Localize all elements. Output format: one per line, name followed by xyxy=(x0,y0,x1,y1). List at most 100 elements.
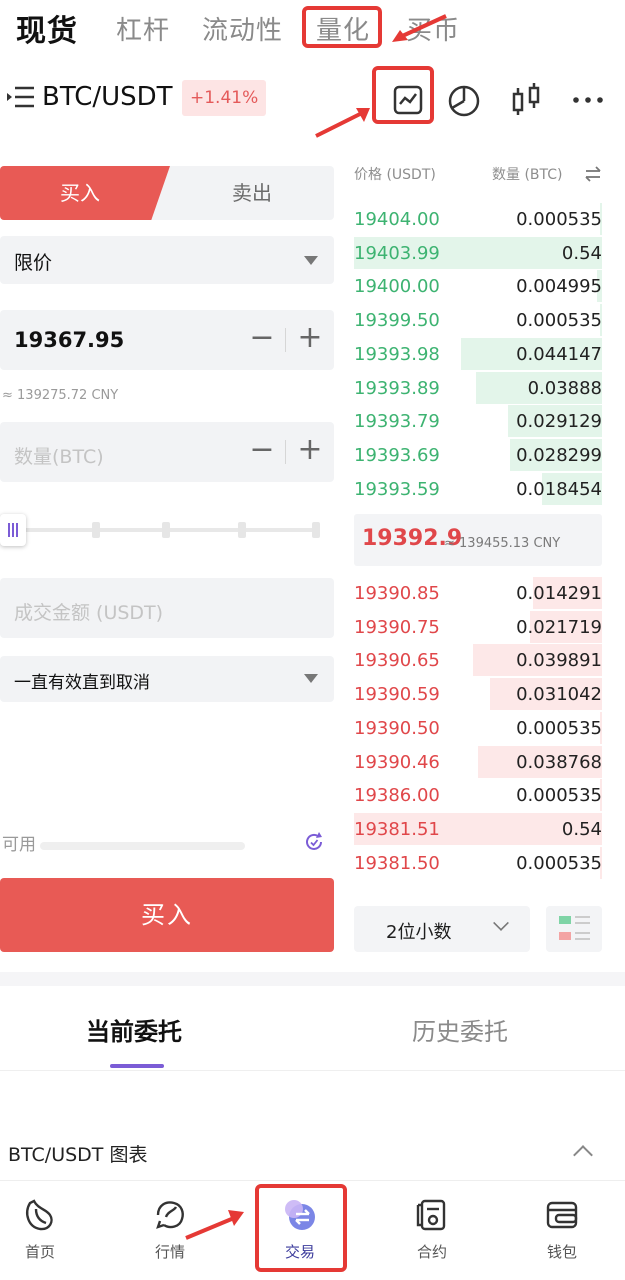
slider-stop-75[interactable] xyxy=(238,522,246,538)
decimals-select[interactable]: 2位小数 xyxy=(354,906,530,952)
change-badge: +1.41% xyxy=(182,80,267,116)
orderbook-qty: 0.54 xyxy=(561,818,602,840)
swap-icon[interactable] xyxy=(584,166,602,182)
orderbook-layout-icon[interactable] xyxy=(546,906,602,952)
ask-row[interactable]: 19400.00 0.004995 xyxy=(354,270,602,303)
orderbook-price: 19403.99 xyxy=(354,242,440,264)
ask-row[interactable]: 19404.00 0.000535 xyxy=(354,203,602,235)
amount-field[interactable]: 数量(BTC) − + xyxy=(0,422,334,482)
sell-tab[interactable]: 卖出 xyxy=(170,166,334,220)
slider-handle[interactable] xyxy=(0,514,26,546)
orderbook-price: 19381.50 xyxy=(354,852,440,874)
time-in-force-select[interactable]: 一直有效直到取消 xyxy=(0,656,334,702)
home-icon xyxy=(26,1199,53,1231)
stepper-divider xyxy=(285,328,286,352)
nav-label: 合约 xyxy=(416,1243,447,1261)
orderbook-qty: 0.044147 xyxy=(516,343,602,365)
slider-stop-50[interactable] xyxy=(162,522,170,538)
chart-bar-label: BTC/USDT 图表 xyxy=(8,1144,148,1166)
price-stepper: − + xyxy=(239,310,334,370)
order-type-select[interactable]: 限价 xyxy=(0,236,334,284)
plus-icon[interactable]: + xyxy=(287,320,333,355)
amount-placeholder: 数量(BTC) xyxy=(14,446,104,468)
orderbook-qty: 0.000535 xyxy=(516,310,602,332)
tab-margin[interactable]: 杠杆 xyxy=(116,10,170,47)
nav-contract[interactable]: 合约 xyxy=(392,1181,472,1280)
divider xyxy=(0,1070,625,1071)
chart-collapse-bar[interactable]: BTC/USDT 图表 xyxy=(0,1128,625,1178)
bid-row[interactable]: 19381.50 0.000535 xyxy=(354,846,602,879)
contract-icon xyxy=(416,1199,446,1231)
orderbook-qty: 0.004995 xyxy=(516,276,602,298)
order-type-value: 限价 xyxy=(14,252,53,274)
orderbook-price: 19393.79 xyxy=(354,411,440,433)
orderbook-qty: 0.031042 xyxy=(516,684,602,706)
decimals-value: 2位小数 xyxy=(386,922,452,943)
total-placeholder: 成交金额 (USDT) xyxy=(14,602,164,624)
orderbook-price-header: 价格 (USDT) xyxy=(354,167,436,183)
mid-price-box[interactable]: 19392.9 ≈ 139455.13 CNY xyxy=(354,514,602,566)
bid-row[interactable]: 19390.75 0.021719 xyxy=(354,610,602,643)
orderbook-price: 19390.59 xyxy=(354,684,440,706)
amount-stepper: − + xyxy=(239,422,334,482)
bid-row[interactable]: 19390.46 0.038768 xyxy=(354,745,602,778)
amount-slider[interactable] xyxy=(0,512,334,548)
time-in-force-value: 一直有效直到取消 xyxy=(14,673,150,693)
orderbook-qty: 0.021719 xyxy=(516,616,602,638)
nav-wallet[interactable]: 钱包 xyxy=(522,1181,602,1280)
plus-icon[interactable]: + xyxy=(287,432,333,467)
ask-row[interactable]: 19399.50 0.000535 xyxy=(354,304,602,337)
chevron-up-icon[interactable] xyxy=(573,1145,593,1165)
slider-stop-100[interactable] xyxy=(312,522,320,538)
minus-icon[interactable]: − xyxy=(239,432,285,467)
refresh-icon[interactable] xyxy=(302,830,326,854)
orderbook-price: 19390.65 xyxy=(354,650,440,672)
bid-row[interactable]: 19390.50 0.000535 xyxy=(354,711,602,744)
tab-current-orders[interactable]: 当前委托 xyxy=(86,1012,182,1047)
buy-submit-button[interactable]: 买入 xyxy=(0,878,334,952)
price-value[interactable]: 19367.95 xyxy=(14,328,124,352)
buy-tab[interactable]: 买入 xyxy=(0,166,170,220)
annotation-box-quant xyxy=(302,6,382,48)
mid-price-cny: ≈ 139455.13 CNY xyxy=(444,536,561,551)
ask-row[interactable]: 19393.69 0.028299 xyxy=(354,438,602,471)
total-field[interactable]: 成交金额 (USDT) xyxy=(0,578,334,638)
minus-icon[interactable]: − xyxy=(239,320,285,355)
price-field[interactable]: 19367.95 − + xyxy=(0,310,334,370)
ask-row[interactable]: 19393.79 0.029129 xyxy=(354,405,602,438)
bid-row[interactable]: 19390.65 0.039891 xyxy=(354,644,602,677)
menu-icon[interactable] xyxy=(6,84,36,110)
slider-stop-25[interactable] xyxy=(92,522,100,538)
bid-row[interactable]: 19386.00 0.000535 xyxy=(354,779,602,812)
ask-row[interactable]: 19403.99 0.54 xyxy=(354,236,602,269)
orderbook-qty: 0.018454 xyxy=(516,478,602,500)
ask-row[interactable]: 19393.89 0.03888 xyxy=(354,371,602,404)
orderbook-price: 19381.51 xyxy=(354,818,440,840)
orderbook-price: 19386.00 xyxy=(354,785,440,807)
orderbook-qty: 0.54 xyxy=(561,242,602,264)
orderbook-price: 19390.85 xyxy=(354,583,440,604)
tab-spot[interactable]: 现货 xyxy=(16,6,78,50)
ask-row[interactable]: 19393.59 0.018454 xyxy=(354,472,602,505)
pie-chart-icon[interactable] xyxy=(444,80,484,120)
candlestick-icon[interactable] xyxy=(506,80,546,120)
stepper-divider xyxy=(285,440,286,464)
orderbook-qty: 0.029129 xyxy=(516,411,602,433)
orderbook-price: 19390.75 xyxy=(354,616,440,638)
more-icon[interactable] xyxy=(568,80,608,120)
orderbook-qty: 0.039891 xyxy=(516,650,602,672)
tab-order-history[interactable]: 历史委托 xyxy=(412,1012,508,1047)
orderbook-qty: 0.000535 xyxy=(516,785,602,807)
orderbook-price: 19393.98 xyxy=(354,343,440,365)
bid-row[interactable]: 19390.59 0.031042 xyxy=(354,678,602,711)
pair-name[interactable]: BTC/USDT xyxy=(42,82,173,112)
ask-row[interactable]: 19393.98 0.044147 xyxy=(354,337,602,370)
slider-track xyxy=(20,528,320,532)
nav-home[interactable]: 首页 xyxy=(0,1181,80,1280)
bid-row[interactable]: 19381.51 0.54 xyxy=(354,812,602,845)
orderbook-price: 19404.00 xyxy=(354,209,440,230)
buy-sell-toggle: 买入 卖出 xyxy=(0,166,334,220)
orderbook-qty: 0.014291 xyxy=(516,583,602,604)
bid-row[interactable]: 19390.85 0.014291 xyxy=(354,577,602,609)
tab-liquidity[interactable]: 流动性 xyxy=(202,10,283,47)
